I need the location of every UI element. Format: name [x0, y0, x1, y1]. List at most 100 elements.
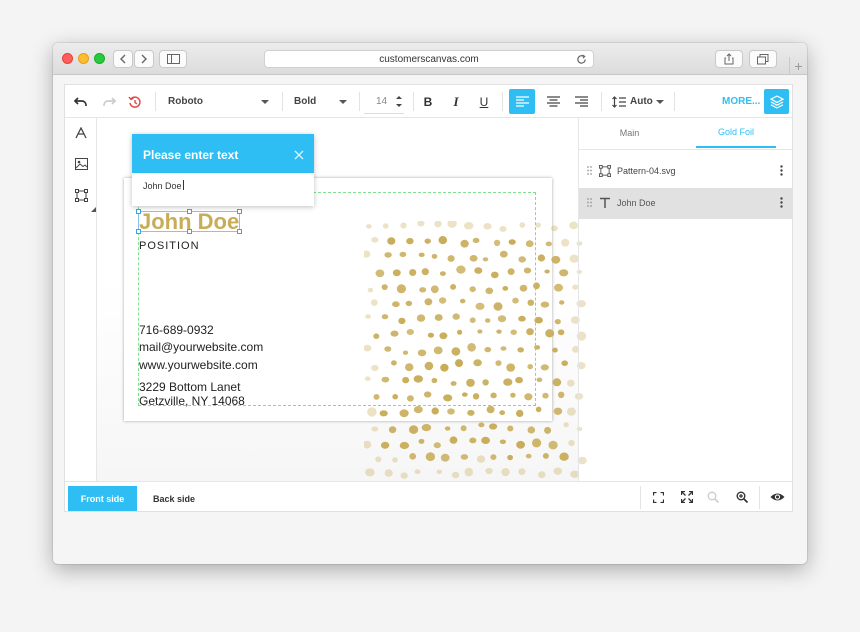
align-center-button[interactable] — [540, 89, 566, 114]
tab-main[interactable]: Main — [579, 118, 680, 148]
layer-item-pattern[interactable]: Pattern-04.svg — [579, 156, 792, 187]
stepper-arrows-icon[interactable] — [396, 95, 402, 108]
line-height-dropdown[interactable]: Auto — [612, 89, 668, 114]
undo-icon — [74, 96, 87, 106]
add-text-tool[interactable] — [73, 125, 89, 141]
zoom-out-icon — [707, 491, 719, 503]
font-weight-dropdown[interactable]: Bold — [294, 89, 349, 114]
layers-icon — [769, 94, 784, 109]
font-family-value: Roboto — [168, 96, 203, 107]
tabs-overview-button[interactable] — [749, 50, 777, 68]
layer-item-john-doe[interactable]: John Doe — [579, 188, 792, 219]
back-nav-button[interactable] — [113, 50, 133, 68]
font-size-stepper[interactable]: 14 — [364, 89, 404, 114]
font-weight-value: Bold — [294, 96, 317, 107]
zoom-in-icon — [736, 491, 748, 503]
redo-button[interactable] — [100, 89, 118, 114]
card-email-text[interactable]: mail@yourwebsite.com — [139, 340, 263, 354]
popup-header: Please enter text — [132, 134, 314, 173]
browser-titlebar: customerscanvas.com + — [53, 43, 807, 75]
zoom-out-button[interactable] — [706, 490, 720, 504]
design-canvas[interactable]: John Doe POSITION 716-689-0932 mail@your… — [97, 118, 587, 481]
italic-button[interactable]: I — [447, 89, 465, 114]
history-icon — [128, 95, 141, 108]
bottom-bar: Front side Back side — [65, 481, 792, 511]
eye-icon — [770, 493, 784, 501]
back-side-button[interactable]: Back side — [153, 486, 195, 511]
card-website-text[interactable]: www.yourwebsite.com — [139, 358, 258, 372]
forward-nav-button[interactable] — [134, 50, 154, 68]
shape-icon — [599, 165, 611, 177]
address-bar[interactable]: customerscanvas.com — [264, 50, 594, 68]
add-shape-tool[interactable] — [73, 187, 89, 203]
font-size-value: 14 — [376, 95, 388, 107]
front-side-button[interactable]: Front side — [68, 486, 137, 511]
tabs-icon — [757, 53, 769, 64]
card-address-line1[interactable]: 3229 Bottom Lanet — [139, 380, 240, 394]
business-card[interactable]: John Doe POSITION 716-689-0932 mail@your… — [124, 178, 587, 479]
chevron-down-icon — [339, 100, 347, 104]
card-name-text[interactable]: John Doe — [139, 210, 239, 234]
more-vertical-icon[interactable] — [780, 165, 783, 176]
redo-icon — [103, 96, 116, 106]
align-left-icon — [515, 96, 529, 107]
popup-text-input[interactable]: John Doe — [143, 180, 184, 191]
url-text: customerscanvas.com — [379, 53, 479, 65]
align-right-button[interactable] — [568, 89, 594, 114]
card-position-text[interactable]: POSITION — [139, 240, 200, 252]
more-vertical-icon[interactable] — [780, 197, 783, 208]
align-right-icon — [574, 96, 588, 107]
left-tool-rail — [65, 118, 97, 481]
shape-icon — [74, 188, 88, 202]
image-icon — [74, 158, 88, 170]
editor-toolbar: Roboto Bold 14 B I U Auto MORE... — [65, 85, 792, 118]
fit-to-screen-button[interactable] — [651, 490, 665, 504]
sidebar-toggle-button[interactable] — [159, 50, 187, 68]
zoom-in-button[interactable] — [735, 490, 749, 504]
layers-panel: Main Gold Foil Pattern-04.svg John Doe — [578, 118, 792, 481]
browser-window: customerscanvas.com + Roboto Bold 14 B I… — [53, 43, 807, 564]
chevron-right-icon — [141, 54, 147, 64]
sidebar-icon — [166, 54, 180, 64]
popup-title: Please enter text — [143, 148, 239, 162]
more-button[interactable]: MORE... — [722, 89, 760, 114]
reload-icon[interactable] — [576, 54, 587, 65]
undo-button[interactable] — [72, 89, 90, 114]
layer-label: John Doe — [617, 198, 656, 208]
tab-gold-foil[interactable]: Gold Foil — [696, 118, 776, 148]
zoom-window-button[interactable] — [94, 53, 105, 64]
share-button[interactable] — [715, 50, 743, 68]
expand-corner-icon[interactable] — [91, 207, 96, 212]
line-height-value: Auto — [630, 96, 653, 107]
revert-button[interactable] — [126, 89, 144, 114]
drag-handle-icon[interactable] — [587, 198, 592, 207]
expand-view-button[interactable] — [680, 490, 694, 504]
minimize-window-button[interactable] — [78, 53, 89, 64]
card-phone-text[interactable]: 716-689-0932 — [139, 323, 214, 337]
expand-icon — [681, 491, 693, 503]
preview-button[interactable] — [769, 490, 785, 504]
chevron-left-icon — [120, 54, 126, 64]
plus-icon: + — [794, 58, 803, 74]
drag-handle-icon[interactable] — [587, 166, 592, 175]
close-icon[interactable] — [294, 150, 304, 160]
underline-icon: U — [479, 94, 489, 109]
editor-app: Roboto Bold 14 B I U Auto MORE... John D… — [64, 84, 793, 512]
italic-icon: I — [453, 93, 459, 109]
chevron-down-icon — [656, 100, 664, 104]
close-window-button[interactable] — [62, 53, 73, 64]
align-center-icon — [546, 96, 560, 107]
popup-input-value: John Doe — [143, 181, 182, 191]
new-tab-button[interactable]: + — [789, 57, 807, 75]
text-icon — [600, 197, 610, 208]
add-image-tool[interactable] — [73, 156, 89, 172]
align-left-button[interactable] — [509, 89, 535, 114]
underline-button[interactable]: U — [475, 89, 493, 114]
card-address-line2[interactable]: Getzville, NY 14068 — [139, 394, 245, 408]
text-entry-popup: Please enter text John Doe — [132, 134, 314, 206]
bold-button[interactable]: B — [419, 89, 437, 114]
line-height-icon — [612, 95, 626, 108]
font-family-dropdown[interactable]: Roboto — [168, 89, 271, 114]
layers-button[interactable] — [764, 89, 789, 114]
text-icon — [75, 127, 87, 139]
